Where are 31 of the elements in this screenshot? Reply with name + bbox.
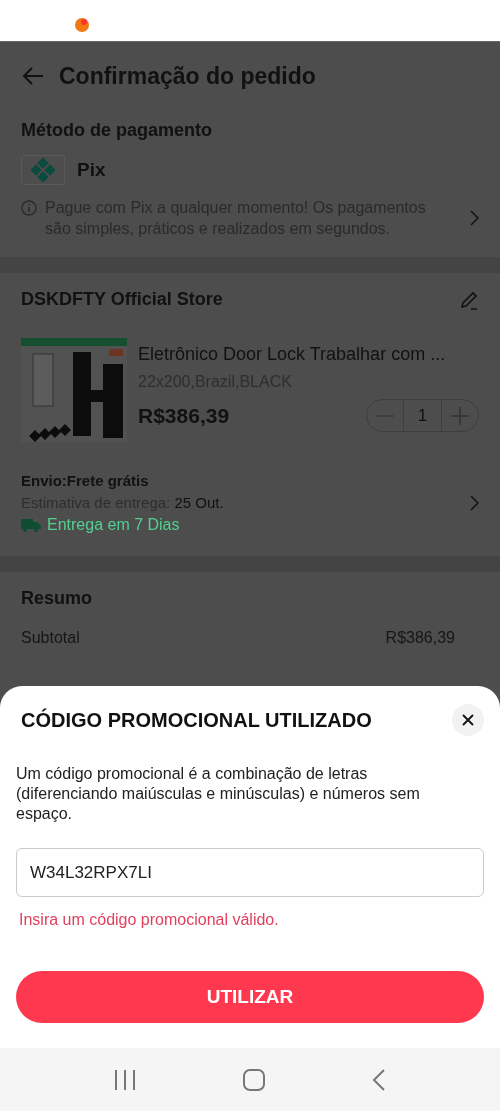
product-price: R$386,39 [138,403,230,428]
section-heading: Método de pagamento [21,120,213,141]
sheet-title: CÓDIGO PROMOCIONAL UTILIZADO [21,708,372,732]
summary-label: Subtotal [21,629,80,647]
notification-dot-icon [75,18,89,32]
truck-icon [21,518,41,532]
recent-apps-icon[interactable] [113,1069,136,1090]
apply-button[interactable]: UTILIZAR [16,971,484,1023]
close-button[interactable] [452,704,484,736]
pix-logo-icon [21,155,65,185]
page-title: Confirmação do pedido [59,62,316,90]
info-icon [21,200,37,216]
chevron-right-icon[interactable] [469,495,479,511]
back-icon[interactable] [372,1068,387,1091]
sheet-description: Um código promocional é a combinação de letras (diferenciando maiúsculas e minúsculas) e números sem espaço. [16,764,421,824]
section-heading: Resumo [21,588,93,609]
back-arrow-icon[interactable] [21,66,45,86]
edit-pencil-icon[interactable] [459,289,479,310]
plus-icon [451,406,469,425]
store-name: DSKDFTY Official Store [21,289,223,310]
payment-method-name: Pix [77,159,106,181]
quantity-value: 1 [403,400,442,431]
error-message: Insira um código promocional válido. [18,911,280,929]
close-icon [462,714,474,726]
shipping-label: Envio:Frete grátis [21,472,150,489]
delivery-time: Entrega em 7 Dias [47,516,180,534]
product-title[interactable]: Eletrônico Door Lock Trabalhar com ... [138,344,479,365]
home-icon[interactable] [243,1068,265,1091]
summary-value: R$386,39 [385,629,455,647]
chevron-right-icon[interactable] [469,210,479,226]
promo-code-field[interactable]: W34L32RPX7LI [16,848,484,897]
